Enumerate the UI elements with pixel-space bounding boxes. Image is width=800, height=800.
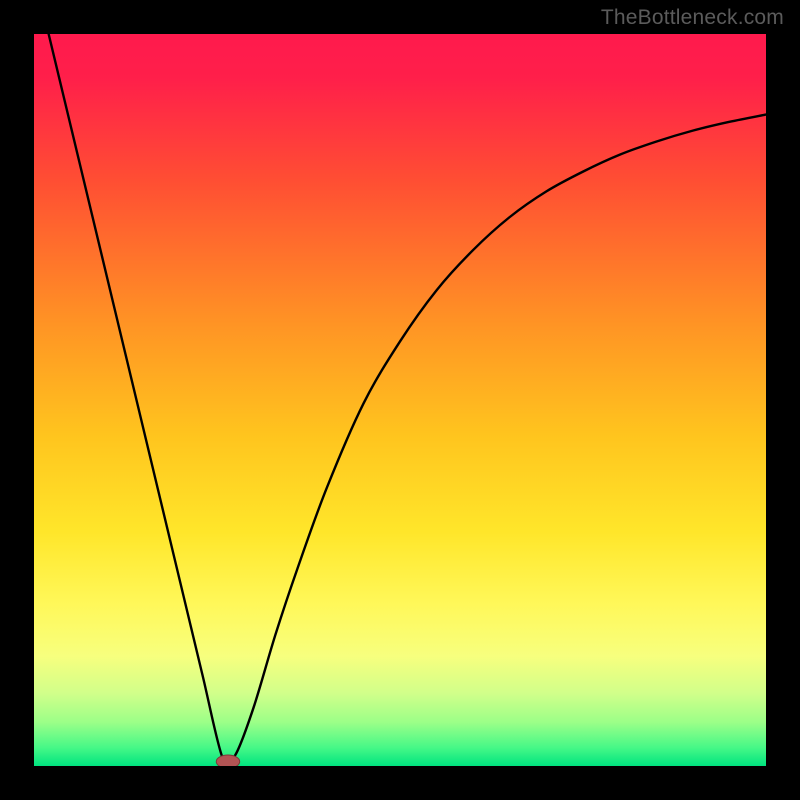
min-point-marker xyxy=(216,755,239,766)
gradient-background xyxy=(34,34,766,766)
chart-svg xyxy=(34,34,766,766)
watermark-text: TheBottleneck.com xyxy=(601,6,784,30)
chart-frame: TheBottleneck.com xyxy=(0,0,800,800)
plot-area xyxy=(34,34,766,766)
